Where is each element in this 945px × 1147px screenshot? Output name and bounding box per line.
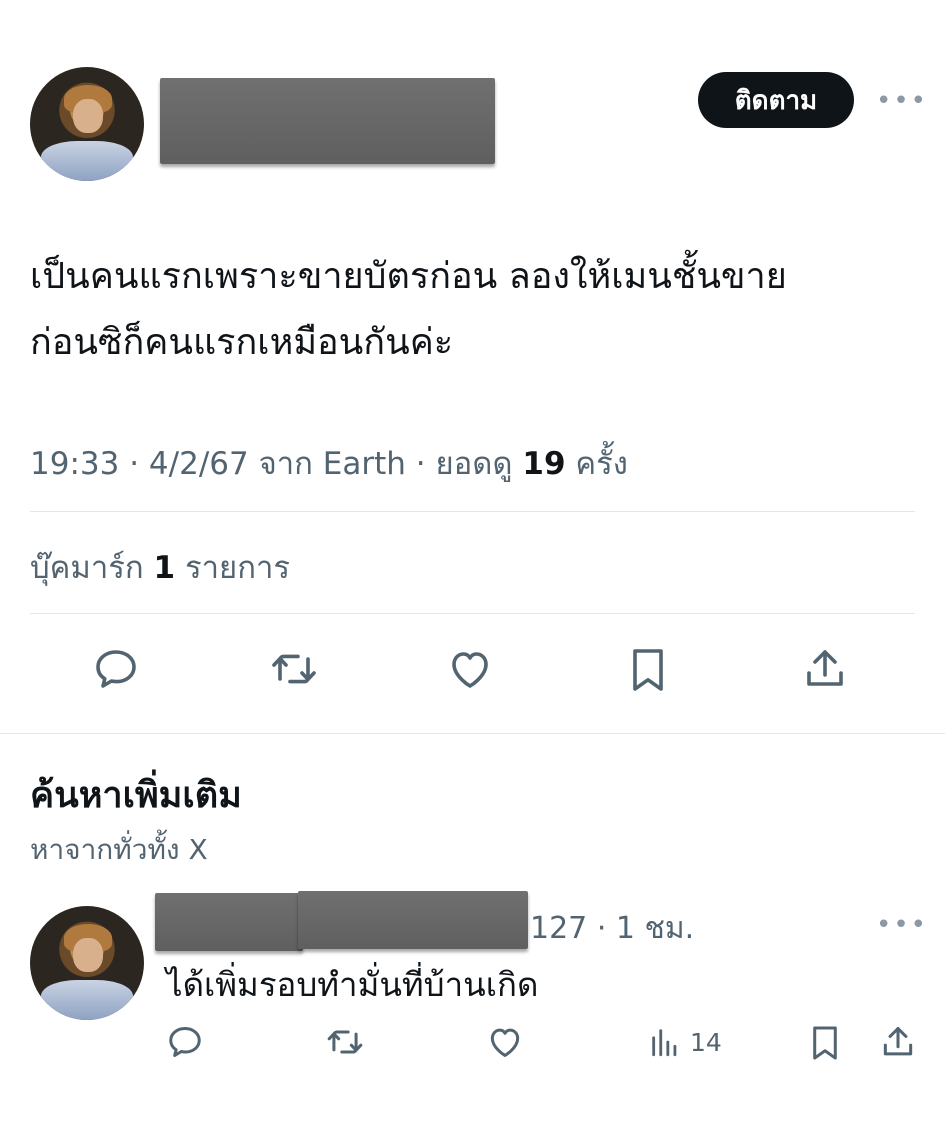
share-icon[interactable]: [801, 645, 849, 693]
tweet-text-line-1: เป็นคนแรกเพราะขายบัตรก่อน ลองให้เมนชั้นข…: [30, 256, 787, 297]
reply-like-icon[interactable]: [486, 1023, 524, 1061]
bookmark-suffix: รายการ: [184, 550, 291, 586]
bookmark-prefix: บุ๊คมาร์ก: [30, 550, 144, 586]
retweet-icon[interactable]: [268, 645, 320, 693]
tweet-date: 4/2/67: [148, 446, 249, 482]
author-avatar[interactable]: [30, 67, 144, 181]
bookmark-stats[interactable]: บุ๊คมาร์ก 1 รายการ: [30, 542, 290, 592]
source-prefix: จาก: [258, 446, 313, 482]
views-count: 19: [522, 446, 566, 482]
reply-views[interactable]: 14: [648, 1025, 722, 1059]
views-prefix: ยอดดู: [435, 446, 513, 482]
like-icon[interactable]: [446, 645, 494, 693]
redacted-author-name: [160, 78, 495, 164]
views-chart-icon: [648, 1025, 682, 1059]
reply-retweet-icon[interactable]: [324, 1023, 366, 1061]
tweet-text-line-2: ก่อนซิก็คนแรกเหมือนกันค่ะ: [30, 322, 454, 363]
discover-more-title: ค้นหาเพิ่มเติม: [30, 775, 242, 816]
views-suffix: ครั้ง: [575, 446, 628, 482]
tweet-source: Earth: [322, 446, 406, 482]
reply-reply-icon[interactable]: [166, 1023, 204, 1061]
divider: [30, 511, 915, 512]
tweet-time: 19:33: [30, 446, 120, 482]
tweet-text: เป็นคนแรกเพราะขายบัตรก่อน ลองให้เมนชั้นข…: [30, 244, 920, 376]
bookmark-count: 1: [153, 550, 176, 586]
reply-meta: 127 · 1 ชม.: [530, 905, 694, 952]
divider: [30, 613, 915, 614]
meta-separator: ·: [129, 446, 140, 482]
reply-time: 1 ชม.: [615, 911, 695, 946]
reply-icon[interactable]: [92, 645, 140, 693]
reply-author-avatar[interactable]: [30, 906, 144, 1020]
section-divider: [0, 733, 945, 734]
reply-bookmark-icon[interactable]: [806, 1023, 844, 1063]
reply-views-count: 14: [690, 1027, 722, 1057]
discover-more-subtitle: หาจากทั่วทั้ง X: [30, 833, 208, 866]
bookmark-icon[interactable]: [624, 645, 672, 695]
reply-handle-tail: 127: [530, 911, 588, 946]
reply-share-icon[interactable]: [879, 1023, 917, 1061]
meta-separator: ·: [415, 446, 426, 482]
follow-button[interactable]: ติดตาม: [698, 72, 854, 128]
reply-more-options-icon[interactable]: •••: [876, 912, 928, 938]
meta-separator: ·: [596, 911, 607, 946]
more-options-icon[interactable]: •••: [876, 88, 928, 114]
redacted-reply-author-handle: [298, 891, 528, 949]
reply-text: ได้เพิ่มรอบทำมั่นที่บ้านเกิด: [166, 965, 539, 1004]
redacted-reply-author-name: [155, 893, 303, 951]
tweet-meta: 19:33 · 4/2/67 จาก Earth · ยอดดู 19 ครั้…: [30, 438, 628, 488]
